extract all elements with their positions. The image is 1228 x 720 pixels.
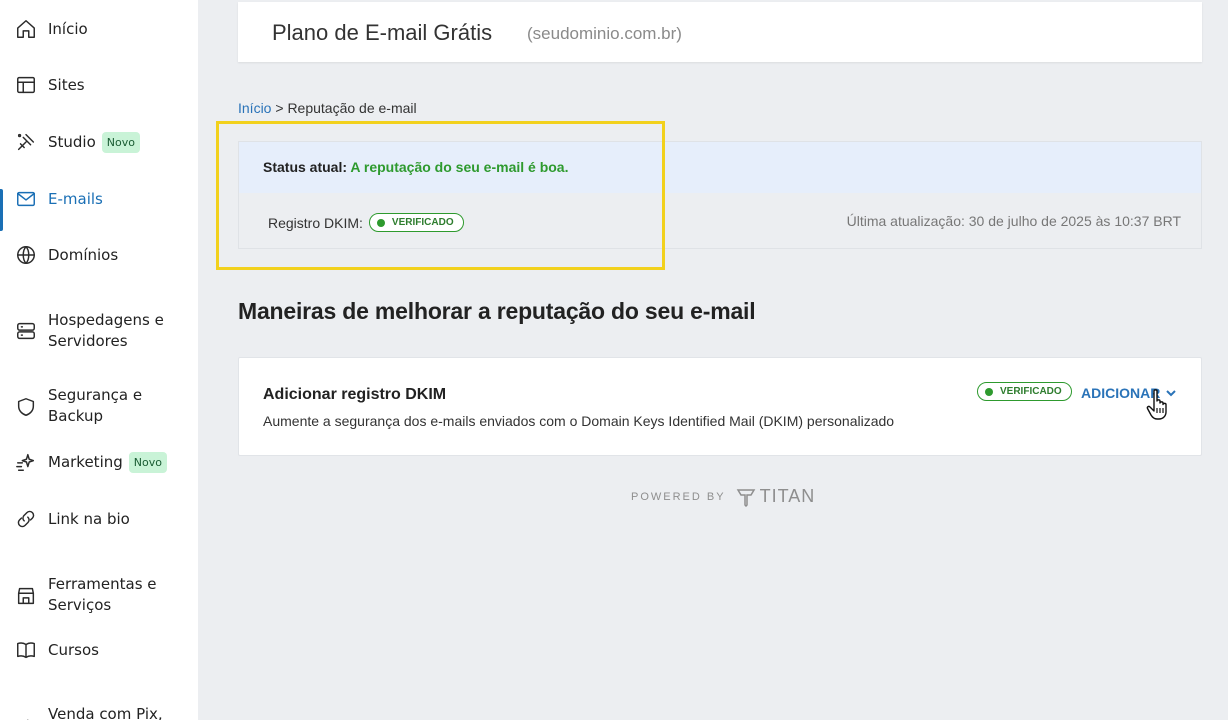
status-panel: Status atual: A reputação do seu e-mail …	[238, 141, 1202, 249]
titan-brand-text: TITAN	[759, 486, 816, 506]
book-icon	[14, 638, 38, 662]
titan-logo-icon	[736, 488, 755, 507]
dkim-label: Registro DKIM:	[268, 214, 363, 231]
sidebar-item-label: Sites	[48, 75, 85, 94]
improvement-title: Adicionar registro DKIM	[263, 386, 447, 403]
sidebar-item-label: Venda com Pix,	[48, 705, 163, 720]
status-dot-icon	[985, 387, 993, 396]
status-dot-icon	[376, 218, 385, 227]
sidebar-item-label: Hospedagens e Servidores	[48, 311, 164, 350]
improvement-status: VERIFICADO	[977, 382, 1072, 401]
mail-icon	[14, 187, 38, 211]
sidebar-item-label: Cursos	[48, 640, 99, 659]
new-badge: Novo	[128, 451, 167, 473]
status-badge-label: VERIFICADO	[391, 217, 454, 228]
powered-by-footer: POWERED BY TITAN	[631, 486, 815, 507]
status-text: Status atual: A reputação do seu e-mail …	[263, 159, 568, 175]
studio-label: Studio	[48, 132, 96, 151]
sidebar-item-label: Domínios	[48, 245, 119, 264]
status-value: A reputação do seu e-mail é boa.	[350, 159, 569, 175]
sidebar-item-label: Studio Novo	[48, 131, 188, 153]
arrow-icon	[14, 712, 38, 720]
breadcrumb-separator: >	[271, 100, 288, 116]
sidebar: Início Sites Studio Novo E-mails Domínios…	[0, 0, 198, 720]
last-update: Última atualização: 30 de julho de 2025 …	[846, 213, 1181, 229]
status-badge: VERIFICADO	[368, 213, 464, 232]
breadcrumb: Início > Reputação de e-mail	[238, 100, 417, 116]
status-banner: Status atual: A reputação do seu e-mail …	[239, 142, 1201, 193]
page-header: Plano de E-mail Grátis (seudominio.com.b…	[238, 2, 1202, 62]
marketing-label: Marketing	[48, 452, 123, 471]
globe-icon	[14, 243, 38, 267]
improvement-card: Adicionar registro DKIM Aumente a segura…	[238, 357, 1202, 456]
titan-logo: TITAN	[736, 486, 816, 507]
breadcrumb-home-link[interactable]: Início	[238, 100, 271, 116]
server-icon	[14, 319, 38, 343]
status-badge-label: VERIFICADO	[1000, 386, 1062, 397]
studio-icon	[14, 130, 38, 154]
shield-icon	[14, 395, 38, 419]
improvement-description: Aumente a segurança dos e-mails enviados…	[263, 413, 895, 429]
powered-by-label: POWERED BY	[631, 490, 726, 503]
sidebar-item-label: Link na bio	[48, 509, 130, 528]
breadcrumb-current: Reputação de e-mail	[287, 100, 417, 116]
new-badge: Novo	[101, 131, 140, 153]
section-title: Maneiras de melhorar a reputação do seu …	[238, 298, 756, 324]
hand-cursor-icon	[1146, 389, 1167, 420]
dkim-row: Registro DKIM: VERIFICADO	[268, 213, 464, 232]
main-content: Plano de E-mail Grátis (seudominio.com.b…	[238, 0, 1202, 720]
domain-label: (seudominio.com.br)	[527, 24, 682, 43]
store-icon	[14, 584, 38, 608]
home-icon	[14, 17, 38, 41]
sidebar-item-label: Segurança e Backup	[48, 386, 143, 425]
sidebar-item-label: E-mails	[48, 189, 103, 208]
sidebar-item-label: Início	[48, 19, 88, 38]
sidebar-item-label: Ferramentas e Serviços	[48, 575, 157, 614]
sidebar-item-label: Marketing Novo	[48, 451, 188, 473]
status-label: Status atual:	[263, 159, 348, 175]
layout-icon	[14, 73, 38, 97]
link-icon	[14, 507, 38, 531]
sparkle-icon	[14, 450, 38, 474]
page-title: Plano de E-mail Grátis	[272, 20, 493, 45]
status-badge: VERIFICADO	[977, 382, 1072, 401]
